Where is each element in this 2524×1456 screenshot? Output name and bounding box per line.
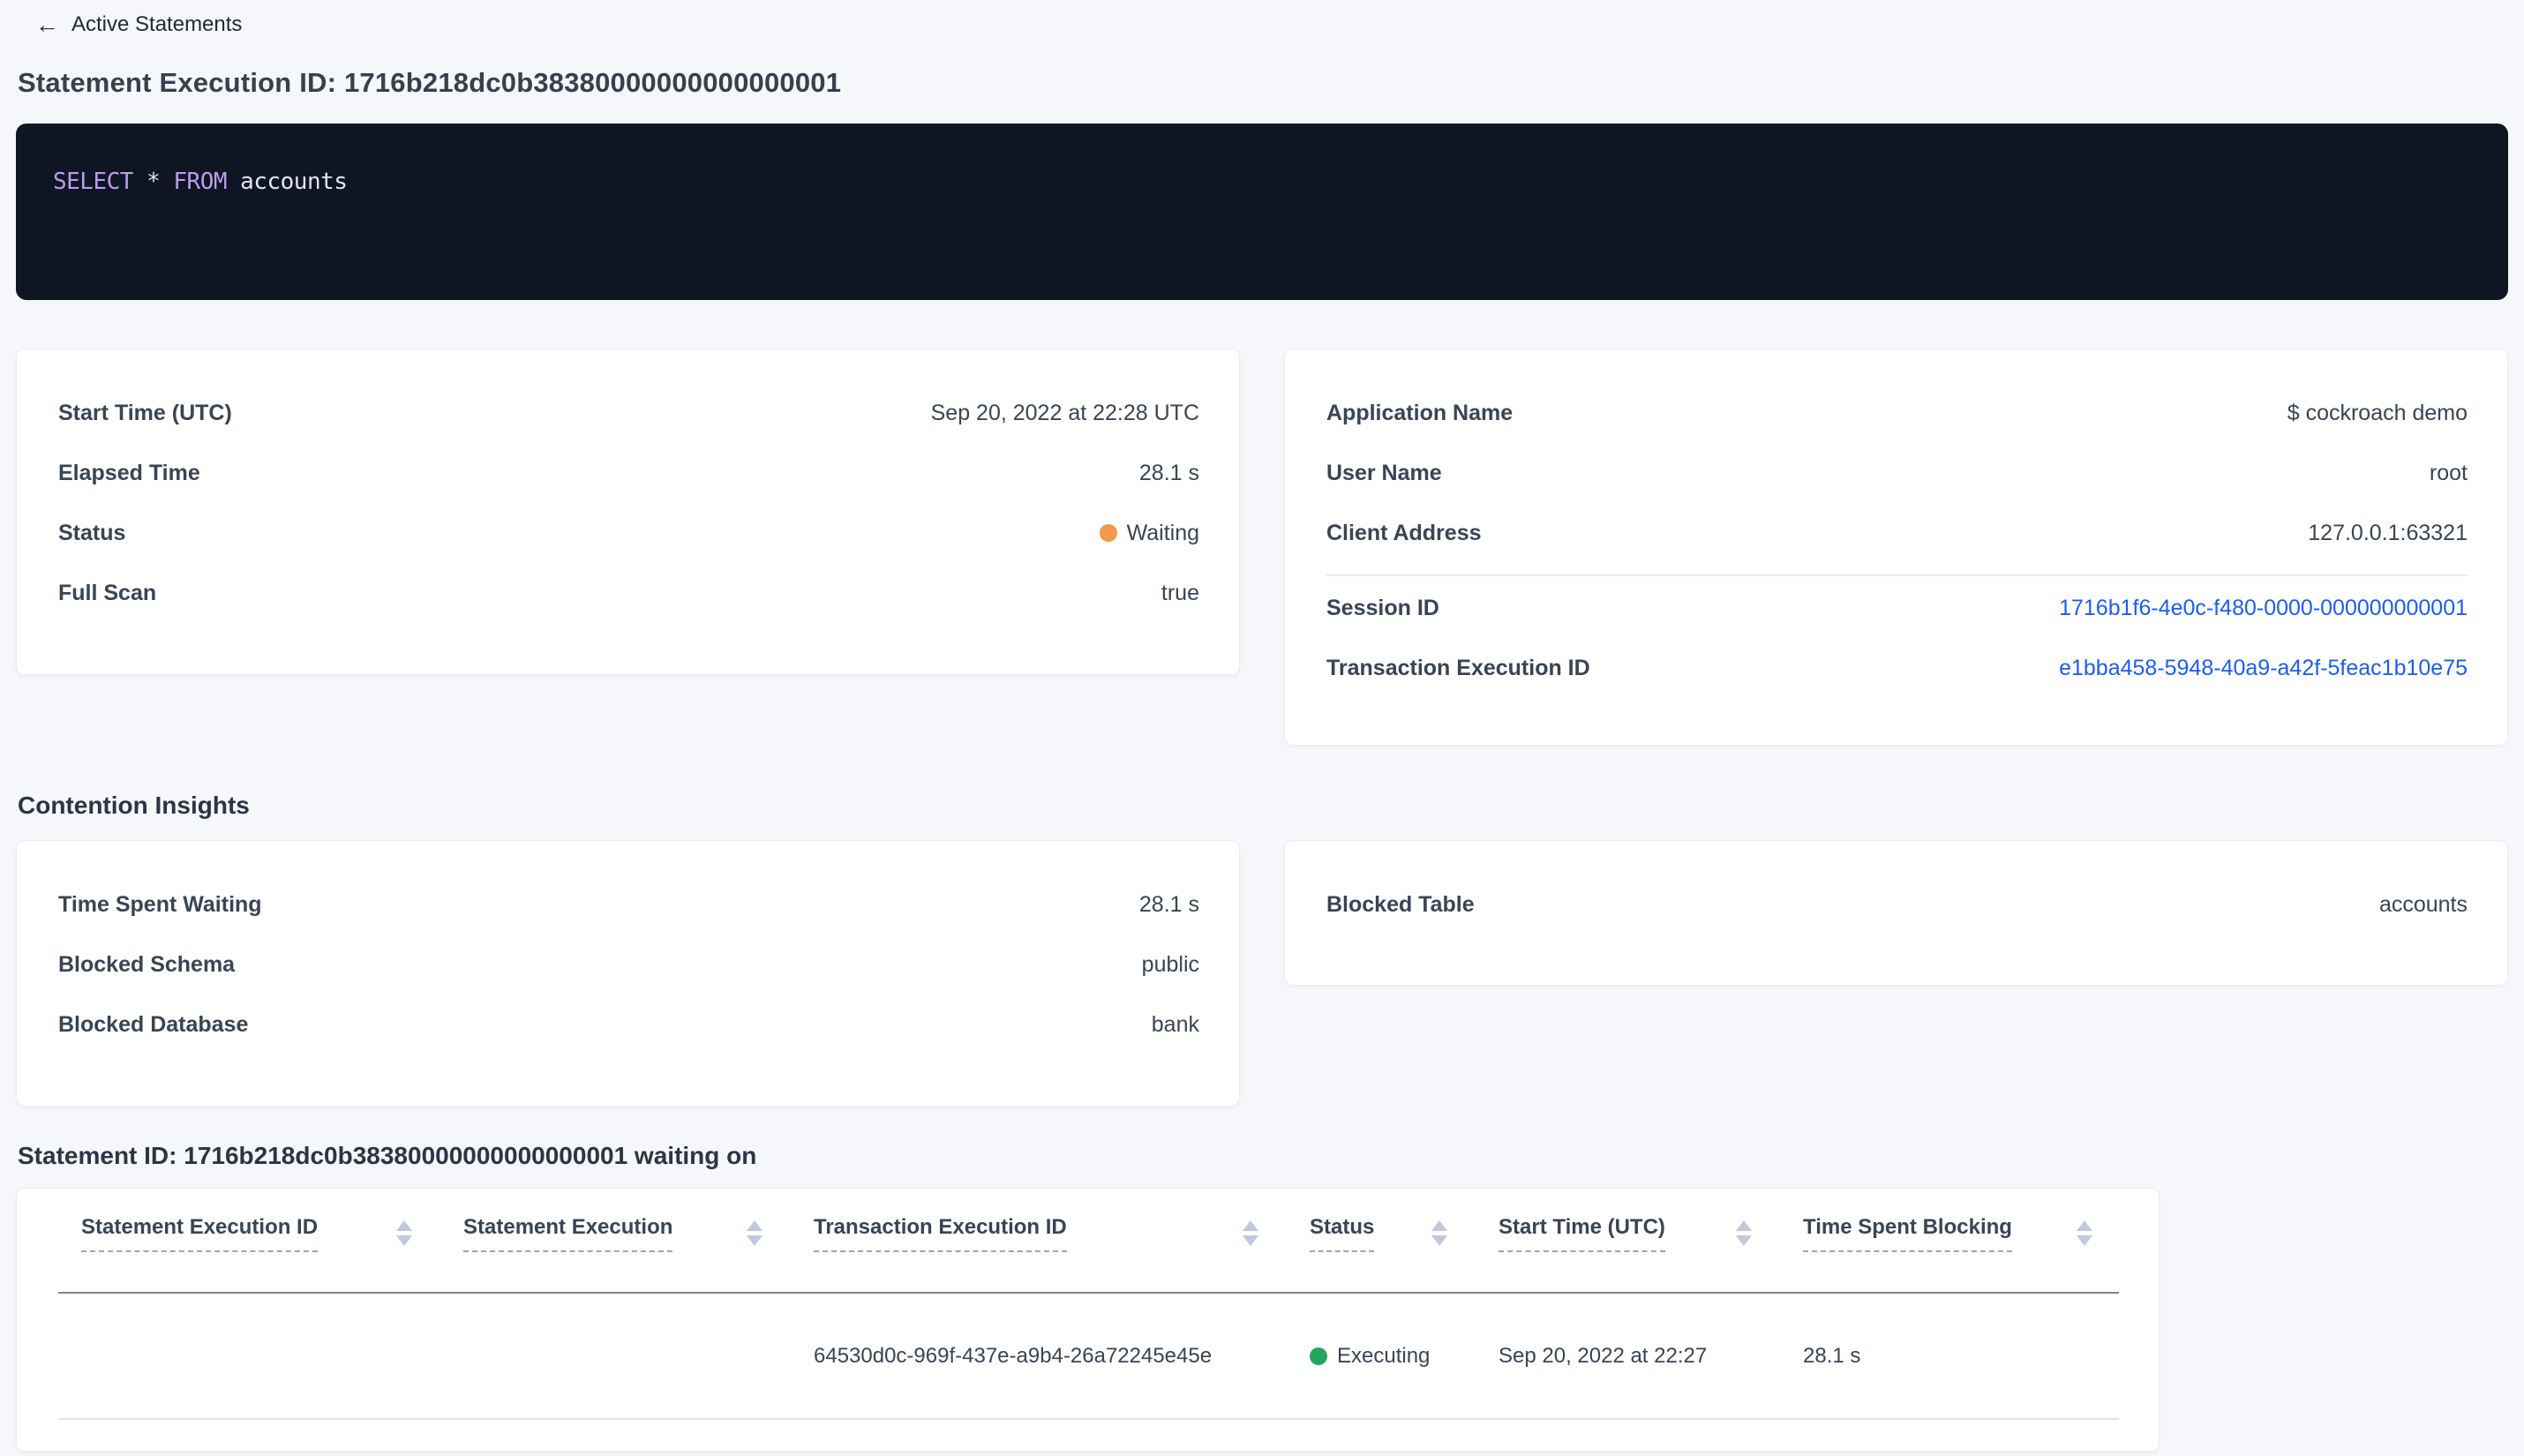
sql-star: * (146, 169, 161, 195)
time-spent-waiting-label: Time Spent Waiting (58, 891, 262, 917)
user-name-label: User Name (1326, 460, 1442, 485)
right-card-divider (1326, 574, 2468, 576)
sort-icon (2077, 1215, 2092, 1246)
sql-statement-text: SELECT * FROM accounts (53, 169, 348, 195)
page-title: Statement Execution ID: 1716b218dc0b3838… (18, 67, 842, 98)
blocked-database-label: Blocked Database (58, 1011, 249, 1037)
application-name-row: Application Name $ cockroach demo (1326, 383, 2468, 443)
cell-statement-execution-id (58, 1294, 440, 1418)
client-address-label: Client Address (1326, 520, 1482, 545)
elapsed-time-label: Elapsed Time (58, 460, 200, 485)
column-header-transaction-execution-id[interactable]: Transaction Execution ID (791, 1189, 1287, 1292)
user-name-value: root (2429, 460, 2468, 485)
blocked-table-row: Blocked Table accounts (1326, 874, 2468, 934)
sort-icon (1736, 1215, 1752, 1246)
column-header-label: Transaction Execution ID (814, 1215, 1067, 1252)
column-header-label: Statement Execution ID (81, 1215, 319, 1252)
sort-icon (396, 1215, 412, 1246)
statement-execution-page: ← Active Statements Statement Execution … (0, 0, 2524, 1456)
session-id-label: Session ID (1326, 595, 1439, 620)
status-executing-dot-icon (1310, 1347, 1327, 1365)
status-value: Waiting (1099, 520, 1199, 546)
column-header-start-time[interactable]: Start Time (UTC) (1476, 1189, 1780, 1292)
client-address-row: Client Address 127.0.0.1:63321 (1326, 503, 2468, 563)
time-spent-waiting-value: 28.1 s (1138, 891, 1199, 917)
contention-insights-heading: Contention Insights (18, 792, 250, 819)
blocked-schema-value: public (1141, 951, 1199, 977)
waiting-on-table-header-row: Statement Execution ID Statement Executi… (58, 1189, 2119, 1294)
blocked-table-value: accounts (2378, 891, 2468, 917)
cell-statement-execution (440, 1294, 791, 1418)
client-address-value: 127.0.0.1:63321 (2308, 520, 2468, 545)
cell-start-time: Sep 20, 2022 at 22:27 (1499, 1343, 1708, 1368)
full-scan-row: Full Scan true (58, 563, 1199, 623)
start-time-row: Start Time (UTC) Sep 20, 2022 at 22:28 U… (58, 383, 1199, 443)
cell-status: Executing (1287, 1294, 1476, 1418)
cell-transaction-execution-id: 64530d0c-969f-437e-a9b4-26a72245e45e (814, 1343, 1213, 1368)
status-row: Status Waiting (58, 503, 1199, 563)
sort-icon (1431, 1215, 1447, 1246)
elapsed-time-row: Elapsed Time 28.1 s (58, 443, 1199, 503)
column-header-label: Start Time (UTC) (1499, 1215, 1665, 1252)
session-id-row: Session ID 1716b1f6-4e0c-f480-0000-00000… (1326, 578, 2468, 638)
time-spent-waiting-row: Time Spent Waiting 28.1 s (58, 874, 1199, 934)
sql-statement-box: SELECT * FROM accounts (16, 124, 2508, 300)
full-scan-label: Full Scan (58, 580, 157, 605)
cell-time-spent-blocking: 28.1 s (1803, 1343, 1861, 1368)
sql-keyword-from: FROM (173, 169, 228, 195)
contention-cards-row: Time Spent Waiting 28.1 s Blocked Schema… (16, 840, 2508, 1107)
column-header-label: Status (1310, 1215, 1375, 1252)
contention-left-card: Time Spent Waiting 28.1 s Blocked Schema… (16, 840, 1240, 1107)
sort-icon (747, 1215, 762, 1246)
start-time-label: Start Time (UTC) (58, 400, 232, 425)
sql-keyword-select: SELECT (53, 169, 133, 195)
back-link-label: Active Statements (71, 12, 243, 36)
blocked-table-label: Blocked Table (1326, 891, 1475, 917)
waiting-on-table-row: 64530d0c-969f-437e-a9b4-26a72245e45e Exe… (58, 1294, 2119, 1420)
status-label: Status (58, 520, 126, 545)
overview-left-card: Start Time (UTC) Sep 20, 2022 at 22:28 U… (16, 349, 1240, 675)
blocked-database-value: bank (1151, 1011, 1199, 1037)
sort-icon (1243, 1215, 1258, 1246)
status-waiting-dot-icon (1099, 524, 1117, 542)
column-header-label: Time Spent Blocking (1803, 1215, 2012, 1252)
back-arrow-icon: ← (35, 11, 59, 38)
column-header-statement-execution-id[interactable]: Statement Execution ID (58, 1189, 440, 1292)
overview-cards-row: Start Time (UTC) Sep 20, 2022 at 22:28 U… (16, 349, 2508, 746)
column-header-time-spent-blocking[interactable]: Time Spent Blocking (1780, 1189, 2121, 1292)
column-header-status[interactable]: Status (1287, 1189, 1476, 1292)
back-to-active-statements-link[interactable]: ← Active Statements (35, 12, 242, 37)
transaction-execution-id-label: Transaction Execution ID (1326, 655, 1590, 680)
blocked-database-row: Blocked Database bank (58, 994, 1199, 1054)
cell-status-text: Executing (1337, 1343, 1431, 1368)
column-header-label: Statement Execution (463, 1215, 673, 1252)
start-time-value: Sep 20, 2022 at 22:28 UTC (930, 400, 1199, 425)
waiting-on-heading: Statement ID: 1716b218dc0b38380000000000… (18, 1142, 757, 1169)
waiting-on-table-card: Statement Execution ID Statement Executi… (16, 1188, 2160, 1452)
application-name-value: $ cockroach demo (2287, 400, 2468, 425)
session-id-link[interactable]: 1716b1f6-4e0c-f480-0000-000000000001 (2059, 596, 2468, 621)
blocked-schema-label: Blocked Schema (58, 951, 236, 977)
contention-right-card: Blocked Table accounts (1284, 840, 2508, 986)
overview-right-card: Application Name $ cockroach demo User N… (1284, 349, 2508, 746)
user-name-row: User Name root (1326, 443, 2468, 503)
transaction-execution-id-link[interactable]: e1bba458-5948-40a9-a42f-5feac1b10e75 (2059, 656, 2468, 681)
transaction-execution-id-row: Transaction Execution ID e1bba458-5948-4… (1326, 638, 2468, 698)
elapsed-time-value: 28.1 s (1138, 460, 1199, 485)
blocked-schema-row: Blocked Schema public (58, 934, 1199, 994)
sql-identifier: accounts (240, 169, 348, 195)
full-scan-value: true (1161, 580, 1199, 605)
application-name-label: Application Name (1326, 400, 1514, 425)
column-header-statement-execution[interactable]: Statement Execution (440, 1189, 791, 1292)
status-value-text: Waiting (1126, 520, 1199, 545)
